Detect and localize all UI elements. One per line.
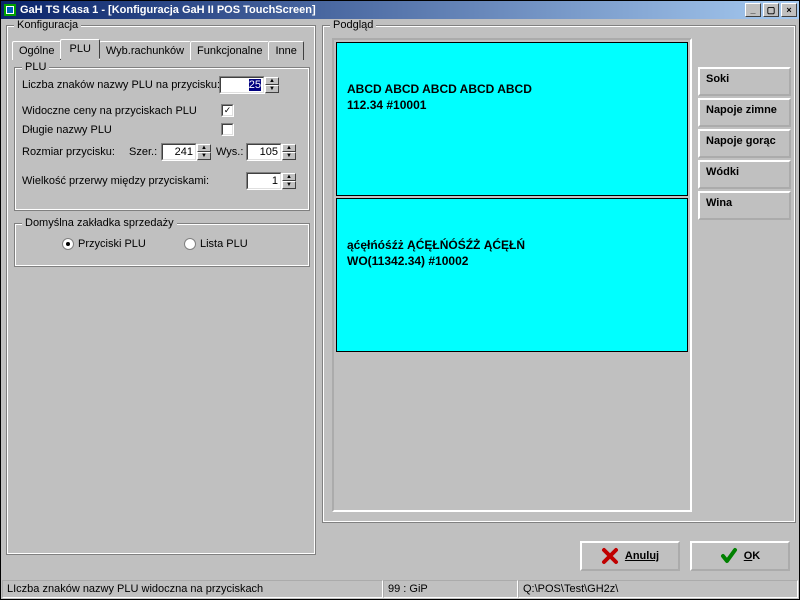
app-window: GaH TS Kasa 1 - [Konfiguracja GaH II POS… bbox=[0, 0, 800, 600]
default-tab-groupbox: Domyślna zakładka sprzedaży Przyciski PL… bbox=[14, 223, 310, 267]
status-bar: LIczba znaków nazwy PLU widoczna na przy… bbox=[2, 580, 798, 598]
status-path: Q:\POS\Test\GH2z\ bbox=[518, 580, 798, 598]
wys-label: Wys.: bbox=[216, 146, 243, 158]
chars-label: Liczba znaków nazwy PLU na przycisku: bbox=[22, 79, 220, 91]
cancel-button[interactable]: Anuluj bbox=[580, 541, 680, 571]
wys-spinner[interactable]: ▲▼ bbox=[282, 144, 296, 160]
szer-label: Szer.: bbox=[129, 146, 157, 158]
minimize-button[interactable]: _ bbox=[745, 3, 761, 17]
preview-group-label: Podgląd bbox=[330, 19, 376, 31]
tab-wybrachunkow[interactable]: Wyb.rachunków bbox=[99, 41, 191, 60]
btn-size-label: Rozmiar przycisku: bbox=[22, 146, 115, 158]
tab-funkcjonalne[interactable]: Funkcjonalne bbox=[190, 41, 269, 60]
plu-group-label: PLU bbox=[22, 61, 49, 73]
ok-icon bbox=[720, 547, 738, 565]
config-groupbox: Konfiguracja Ogólne PLU Wyb.rachunków Fu… bbox=[6, 25, 316, 555]
szer-spinner[interactable]: ▲▼ bbox=[197, 144, 211, 160]
category-soki[interactable]: Soki bbox=[698, 67, 791, 96]
category-napoje-zimne[interactable]: Napoje zimne bbox=[698, 98, 791, 127]
tab-ogolne[interactable]: Ogólne bbox=[12, 41, 61, 60]
close-button[interactable]: × bbox=[781, 3, 797, 17]
long-names-checkbox[interactable] bbox=[221, 123, 234, 136]
tab-inne[interactable]: Inne bbox=[268, 41, 303, 60]
config-group-label: Konfiguracja bbox=[14, 19, 81, 31]
cancel-icon bbox=[601, 547, 619, 565]
preview-groupbox: Podgląd ABCD ABCD ABCD ABCD ABCD 112.34 … bbox=[322, 25, 796, 523]
category-wina[interactable]: Wina bbox=[698, 191, 791, 220]
status-version: 99 : GiP bbox=[383, 580, 518, 598]
titlebar: GaH TS Kasa 1 - [Konfiguracja GaH II POS… bbox=[1, 1, 799, 19]
visible-prices-checkbox[interactable]: ✓ bbox=[221, 104, 234, 117]
preview-tile-2[interactable]: ąćęłńóśźż ĄĆĘŁŃÓŚŹŻ ĄĆĘŁŃ WO(11342.34) #… bbox=[336, 198, 688, 352]
ok-button[interactable]: OK bbox=[690, 541, 790, 571]
wys-input[interactable]: 105 bbox=[246, 143, 282, 161]
chars-spinner[interactable]: ▲▼ bbox=[265, 77, 279, 93]
radio-lista-plu[interactable]: Lista PLU bbox=[184, 238, 248, 250]
preview-area: ABCD ABCD ABCD ABCD ABCD 112.34 #10001 ą… bbox=[332, 38, 692, 512]
tab-bar: Ogólne PLU Wyb.rachunków Funkcjonalne In… bbox=[12, 39, 303, 59]
status-hint: LIczba znaków nazwy PLU widoczna na przy… bbox=[2, 580, 383, 598]
szer-input[interactable]: 241 bbox=[161, 143, 197, 161]
default-tab-label: Domyślna zakładka sprzedaży bbox=[22, 217, 177, 229]
category-napoje-gorace[interactable]: Napoje gorąc bbox=[698, 129, 791, 158]
visible-prices-label: Widoczne ceny na przyciskach PLU bbox=[22, 105, 197, 117]
long-names-label: Długie nazwy PLU bbox=[22, 124, 112, 136]
chars-input[interactable]: 25 bbox=[219, 76, 265, 94]
maximize-button[interactable]: ▢ bbox=[763, 3, 779, 17]
category-wodki[interactable]: Wódki bbox=[698, 160, 791, 189]
gap-spinner[interactable]: ▲▼ bbox=[282, 173, 296, 189]
preview-tile-1[interactable]: ABCD ABCD ABCD ABCD ABCD 112.34 #10001 bbox=[336, 42, 688, 196]
gap-label: Wielkość przerwy między przyciskami: bbox=[22, 175, 209, 187]
plu-groupbox: PLU Liczba znaków nazwy PLU na przycisku… bbox=[14, 67, 310, 211]
gap-input[interactable]: 1 bbox=[246, 172, 282, 190]
app-icon bbox=[3, 3, 17, 17]
radio-przyciski-plu[interactable]: Przyciski PLU bbox=[62, 238, 146, 250]
window-title: GaH TS Kasa 1 - [Konfiguracja GaH II POS… bbox=[20, 4, 743, 16]
tab-plu[interactable]: PLU bbox=[60, 39, 99, 59]
